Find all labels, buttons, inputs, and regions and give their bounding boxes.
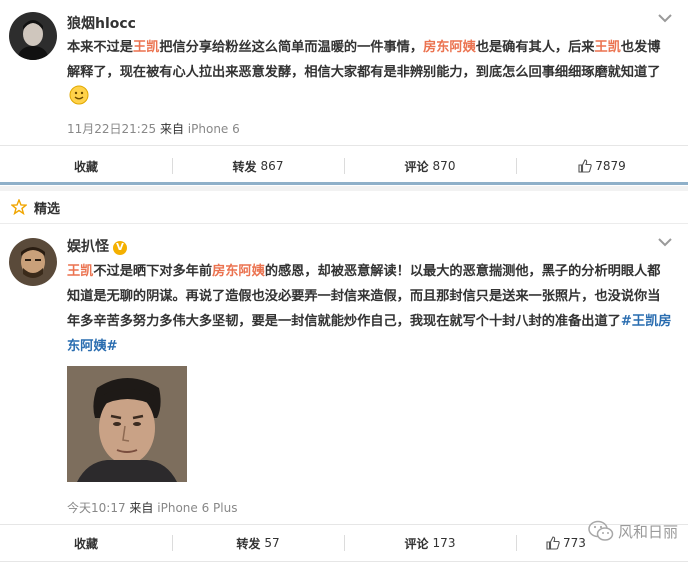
action-bar: 收藏 转发 867 评论 870 7879 bbox=[0, 145, 688, 187]
post-text: 本来不过是王凯把信分享给粉丝这么简单而温暖的一件事情，房东阿姨也是确有其人，后来… bbox=[67, 35, 673, 110]
text-segment: 本来不过是 bbox=[67, 40, 133, 55]
username[interactable]: 狼烟hlocc bbox=[67, 13, 136, 33]
chevron-down-icon[interactable] bbox=[658, 237, 672, 247]
text-segment: 也是确有其人，后来 bbox=[475, 40, 595, 55]
username[interactable]: 娱扒怪 V bbox=[67, 236, 127, 256]
like-button[interactable]: 7879 bbox=[516, 146, 688, 186]
action-bar: 收藏 转发 57 评论 173 773 bbox=[0, 524, 688, 562]
post-meta: 今天10:17 来自 iPhone 6 Plus bbox=[67, 499, 237, 516]
post-time[interactable]: 今天10:17 bbox=[67, 501, 126, 515]
post-photo[interactable] bbox=[67, 366, 187, 482]
chevron-down-icon[interactable] bbox=[658, 13, 672, 23]
source-device: iPhone 6 Plus bbox=[157, 501, 238, 515]
favorite-button[interactable]: 收藏 bbox=[0, 146, 172, 186]
source-device: iPhone 6 bbox=[187, 122, 240, 136]
source-prefix: 来自 bbox=[129, 501, 154, 515]
featured-header: 精选 bbox=[0, 191, 688, 224]
post-1: 狼烟hlocc 本来不过是王凯把信分享给粉丝这么简单而温暖的一件事情，房东阿姨也… bbox=[0, 0, 688, 145]
keyword-highlight[interactable]: 王凯 bbox=[67, 264, 93, 279]
avatar[interactable] bbox=[9, 12, 57, 60]
star-icon bbox=[11, 199, 27, 215]
post-text: 王凯不过是晒下对多年前房东阿姨的感恩，却被恶意解读！以最大的恶意揣测他，黑子的分… bbox=[67, 259, 673, 359]
smile-emoji-icon bbox=[69, 85, 89, 105]
wechat-icon bbox=[588, 520, 614, 541]
repost-button[interactable]: 转发 57 bbox=[172, 525, 344, 561]
source-prefix: 来自 bbox=[159, 122, 184, 136]
favorite-button[interactable]: 收藏 bbox=[0, 525, 172, 561]
text-segment: 把信分享给粉丝这么简单而温暖的一件事情， bbox=[159, 40, 424, 55]
thumbs-up-icon bbox=[546, 536, 560, 550]
featured-label: 精选 bbox=[34, 202, 61, 217]
divider bbox=[0, 182, 688, 185]
repost-button[interactable]: 转发 867 bbox=[172, 146, 344, 186]
keyword-highlight[interactable]: 房东阿姨 bbox=[212, 264, 265, 279]
keyword-highlight[interactable]: 王凯 bbox=[133, 40, 159, 55]
post-time[interactable]: 11月22日21:25 bbox=[67, 122, 156, 136]
keyword-highlight[interactable]: 王凯 bbox=[595, 40, 621, 55]
comment-button[interactable]: 评论 870 bbox=[344, 146, 516, 186]
keyword-highlight[interactable]: 房东阿姨 bbox=[423, 40, 476, 55]
avatar[interactable] bbox=[9, 238, 57, 286]
verified-badge: V bbox=[113, 241, 127, 255]
thumbs-up-icon bbox=[578, 159, 592, 173]
watermark: 风和日丽 bbox=[588, 520, 678, 542]
comment-button[interactable]: 评论 173 bbox=[344, 525, 516, 561]
post-meta: 11月22日21:25 来自 iPhone 6 bbox=[67, 120, 240, 137]
text-segment: 不过是晒下对多年前 bbox=[93, 264, 213, 279]
